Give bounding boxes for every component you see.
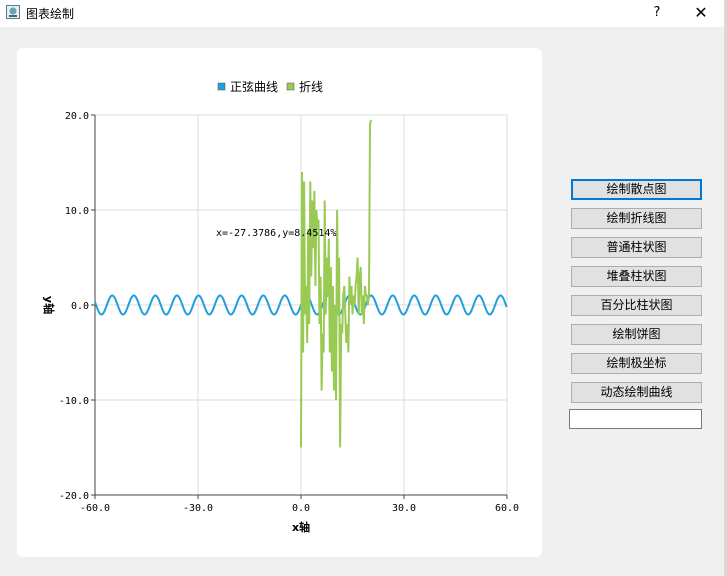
x-tick-label: -60.0 bbox=[80, 503, 110, 514]
chart-canvas: -60.0 -30.0 0.0 30.0 60.0 20.0 10.0 0.0 -10.0 -20… bbox=[42, 79, 519, 534]
chart-button-2[interactable]: 绘制折线图 bbox=[571, 208, 702, 229]
chart-button-8[interactable]: 动态绘制曲线 bbox=[571, 382, 702, 403]
y-axis-title: y轴 bbox=[42, 296, 56, 314]
y-tick-label: 10.0 bbox=[65, 206, 89, 217]
app-chart-icon bbox=[6, 5, 20, 19]
chart-button-3[interactable]: 普通柱状图 bbox=[571, 237, 702, 258]
legend-swatch-1 bbox=[217, 82, 226, 91]
chart-button-6[interactable]: 绘制饼图 bbox=[571, 324, 702, 345]
chart-button-4[interactable]: 堆叠柱状图 bbox=[571, 266, 702, 287]
help-button[interactable]: ? bbox=[640, 0, 674, 27]
chart-button-5[interactable]: 百分比柱状图 bbox=[571, 295, 702, 316]
cursor-annotation: x=-27.3786,y=8.4514% bbox=[216, 228, 336, 239]
y-tick-label: -20.0 bbox=[59, 491, 89, 502]
x-tick-label: -30.0 bbox=[183, 503, 213, 514]
y-tick-label: 0.0 bbox=[71, 301, 89, 312]
x-tick-label: 0.0 bbox=[292, 503, 310, 514]
chart-button-7[interactable]: 绘制极坐标 bbox=[571, 353, 702, 374]
title-bar: 图表绘制 ? ✕ bbox=[0, 0, 727, 27]
close-button[interactable]: ✕ bbox=[684, 0, 718, 27]
chart-panel: -60.0 -30.0 0.0 30.0 60.0 20.0 10.0 0.0 -10.0 -20… bbox=[17, 48, 542, 557]
series-line-2 bbox=[300, 119, 372, 448]
y-tick-label: 20.0 bbox=[65, 111, 89, 122]
y-tick-label: -10.0 bbox=[59, 396, 89, 407]
x-tick-label: 60.0 bbox=[495, 503, 519, 514]
x-axis-title: x轴 bbox=[292, 520, 310, 534]
legend-swatch-2 bbox=[286, 82, 295, 91]
legend-label-2: 折线 bbox=[299, 79, 323, 94]
window-title: 图表绘制 bbox=[26, 7, 75, 21]
x-tick-label: 30.0 bbox=[392, 503, 416, 514]
chart-button-1[interactable]: 绘制散点图 bbox=[571, 179, 702, 200]
legend-label-1: 正弦曲线 bbox=[230, 79, 278, 94]
text-input[interactable] bbox=[569, 409, 702, 429]
